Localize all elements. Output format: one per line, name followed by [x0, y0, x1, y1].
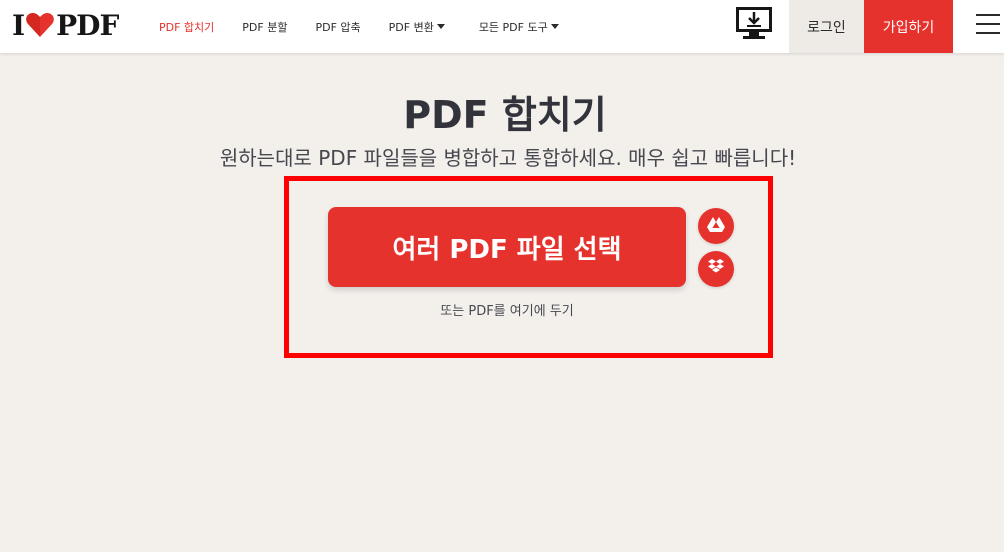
google-drive-icon	[707, 216, 725, 236]
dropbox-icon	[707, 259, 725, 279]
nav-merge-pdf-label: PDF 합치기	[159, 20, 215, 34]
hamburger-line	[976, 23, 1000, 25]
nav-split-pdf[interactable]: PDF 분할	[242, 19, 287, 35]
nav-convert-pdf-label: PDF 변환	[388, 20, 434, 34]
select-pdf-files-label: 여러 PDF 파일 선택	[392, 234, 622, 265]
page-title: PDF 합치기	[403, 93, 607, 137]
select-pdf-files-button[interactable]: 여러 PDF 파일 선택	[328, 207, 686, 287]
drop-files-hint: 또는 PDF를 여기에 두기	[440, 304, 574, 319]
logo-text-right: PDF	[56, 8, 119, 42]
nav-compress-pdf[interactable]: PDF 압축	[315, 19, 360, 35]
signup-button[interactable]: 가입하기	[864, 0, 953, 53]
google-drive-button[interactable]	[698, 208, 734, 244]
hamburger-menu-icon[interactable]	[976, 14, 1000, 36]
hamburger-line	[976, 14, 1000, 16]
nav-compress-pdf-label: PDF 압축	[315, 20, 361, 34]
logo-text-left: I	[12, 8, 25, 42]
chevron-down-icon	[436, 24, 445, 29]
chevron-down-icon	[550, 24, 559, 29]
login-label: 로그인	[807, 19, 846, 36]
hamburger-line	[976, 32, 1000, 34]
nav-all-pdf-tools[interactable]: 모든 PDF 도구	[479, 19, 559, 35]
nav-merge-pdf[interactable]: PDF 합치기	[159, 19, 214, 35]
nav-convert-pdf[interactable]: PDF 변환	[389, 19, 445, 35]
heart-icon	[25, 12, 55, 38]
nav-split-pdf-label: PDF 분할	[242, 20, 288, 34]
main-nav: PDF 합치기 PDF 분할 PDF 압축 PDF 변환 모든 PDF 도구	[159, 0, 587, 53]
desktop-download-icon[interactable]	[736, 7, 772, 41]
ilovepdf-logo[interactable]: I PDF	[12, 8, 119, 42]
login-button[interactable]: 로그인	[789, 0, 864, 53]
top-header: I PDF PDF 합치기 PDF 분할 PDF 압축 PDF 변환 모든 PD…	[0, 0, 1004, 53]
page-subtitle: 원하는대로 PDF 파일들을 병합하고 통합하세요. 매우 쉽고 빠릅니다!	[219, 146, 797, 170]
nav-all-pdf-tools-label: 모든 PDF 도구	[478, 20, 548, 34]
signup-label: 가입하기	[882, 19, 935, 36]
dropbox-button[interactable]	[698, 251, 734, 287]
